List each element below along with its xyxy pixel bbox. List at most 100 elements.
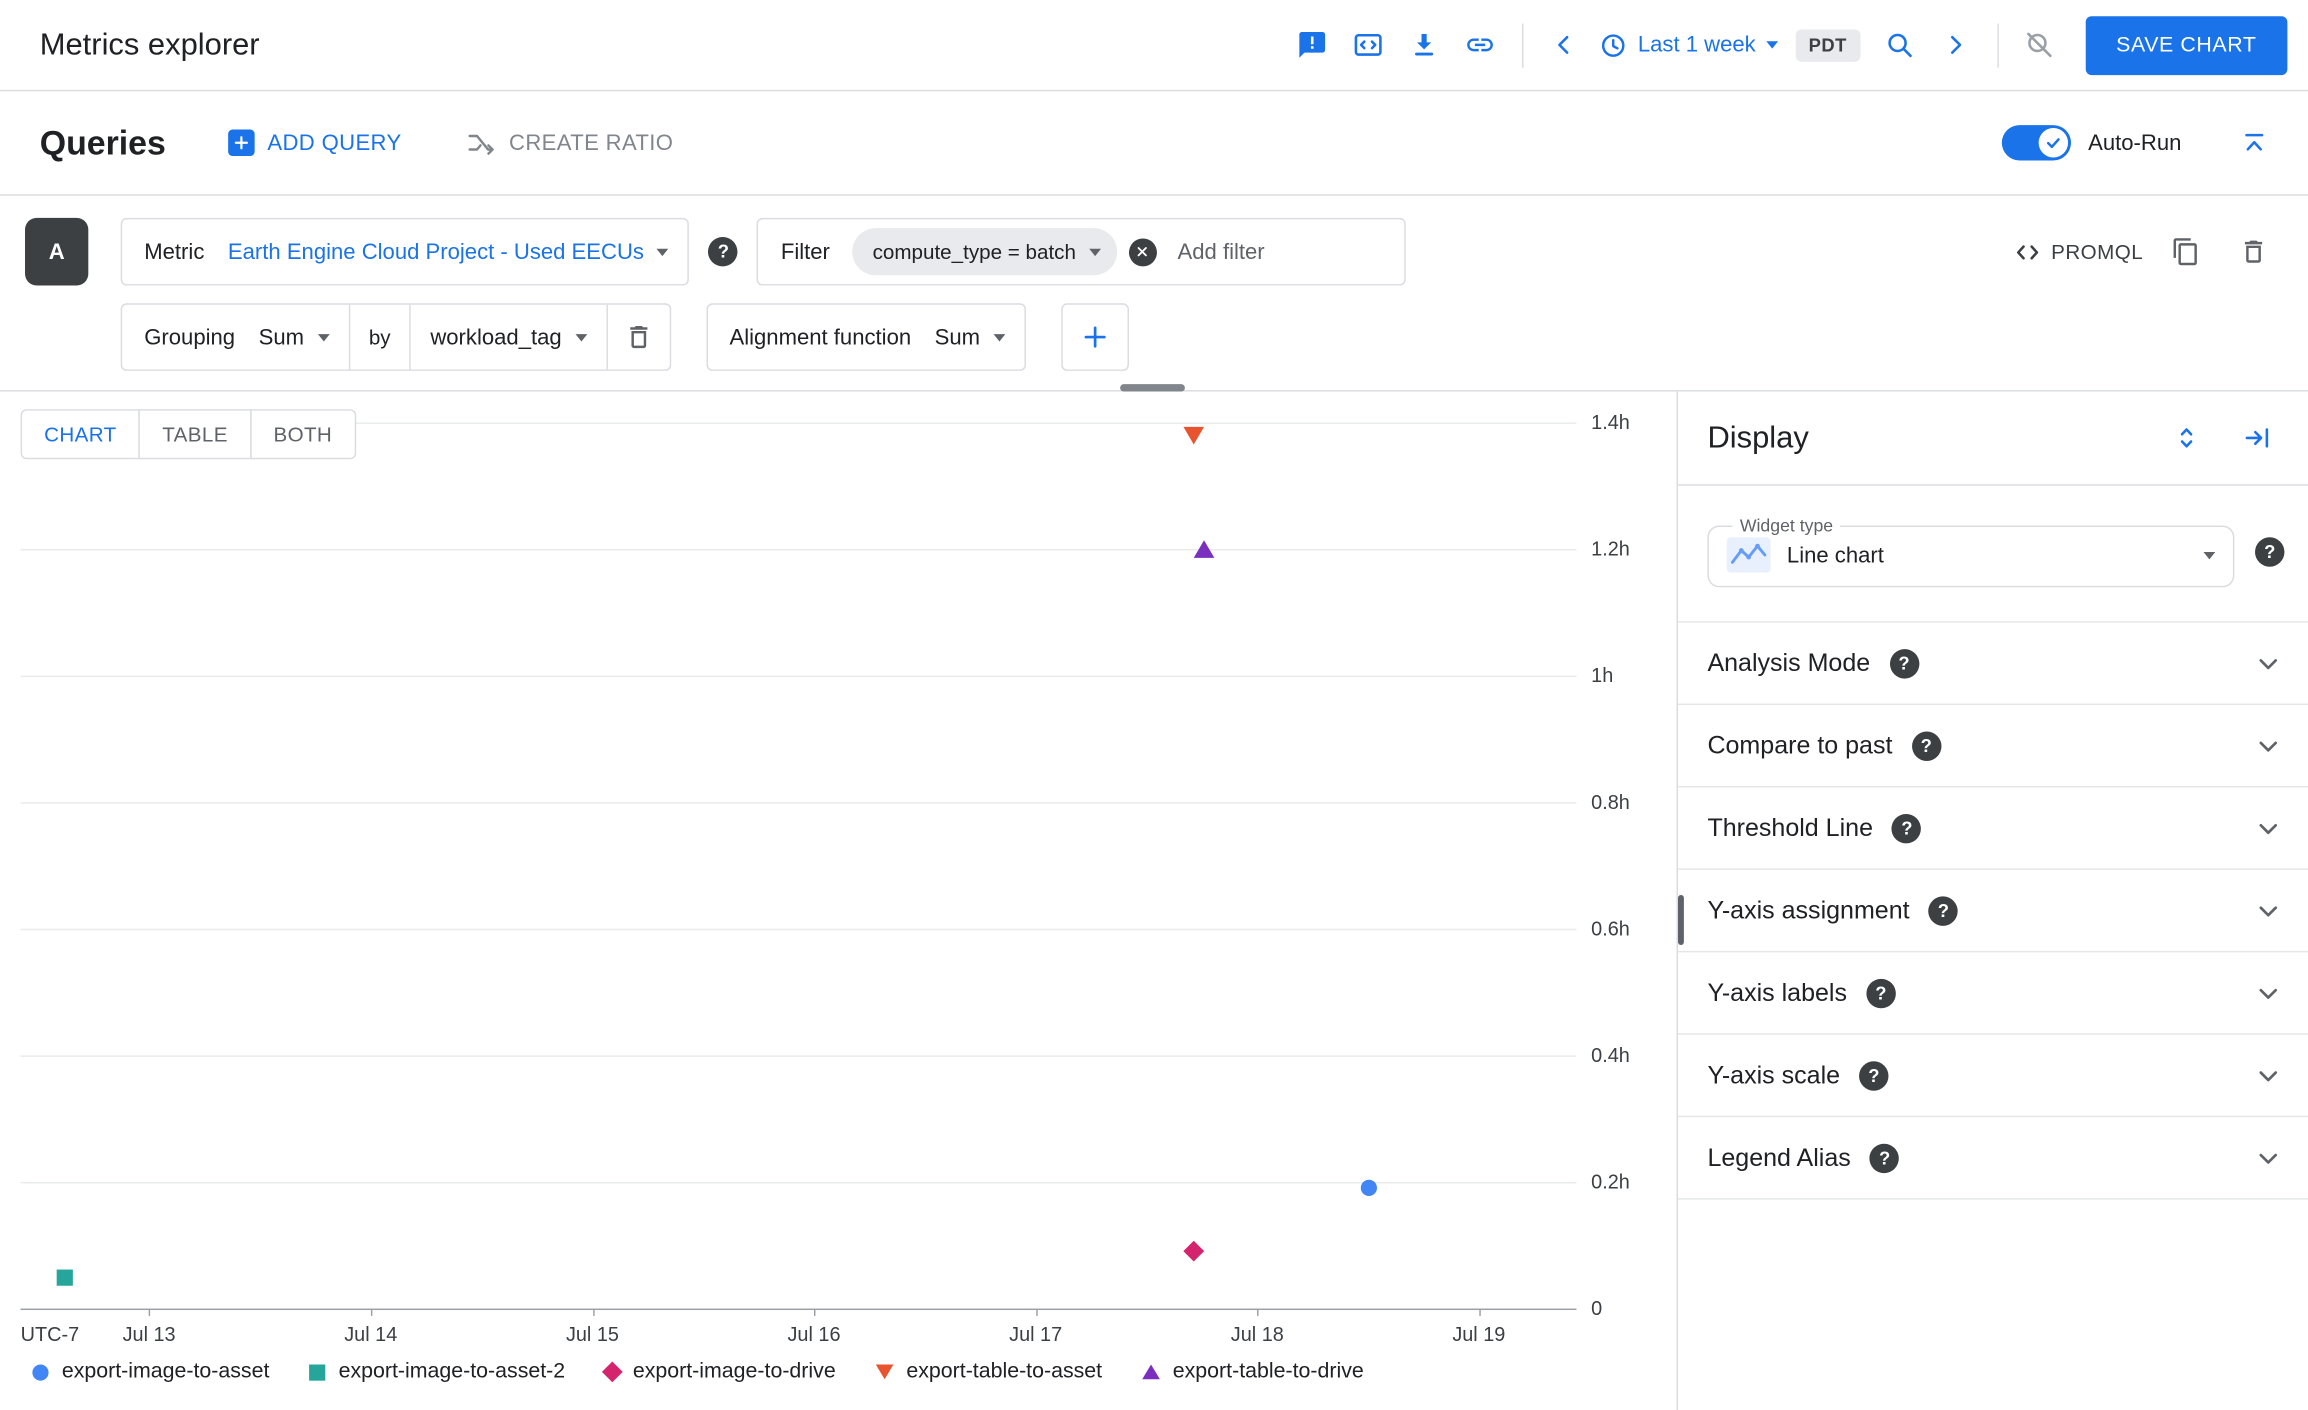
chevron-down-icon[interactable] — [2252, 977, 2284, 1009]
chevron-down-icon[interactable] — [2252, 1059, 2284, 1091]
section-analysis-mode[interactable]: Analysis Mode ? — [1678, 623, 2308, 706]
x-axis-tick-label: Jul 17 — [1009, 1323, 1063, 1346]
add-step-button[interactable] — [1061, 303, 1129, 371]
metric-help-icon[interactable]: ? — [708, 236, 739, 267]
help-icon[interactable]: ? — [1869, 1142, 1900, 1173]
filter-chip[interactable]: compute_type = batch — [851, 228, 1118, 276]
feedback-icon — [1299, 32, 1326, 58]
legend-item-export-table-to-asset[interactable]: export-table-to-asset — [875, 1360, 1102, 1384]
panel-scrollbar[interactable] — [1678, 894, 1684, 945]
delete-grouping-button[interactable] — [613, 312, 663, 362]
grouping-dropdown[interactable]: Sum — [257, 325, 348, 350]
legend-item-export-image-to-drive[interactable]: export-image-to-drive — [601, 1360, 836, 1384]
view-tab-label: CHART — [44, 422, 117, 446]
trash-icon — [2244, 240, 2263, 263]
legend-label: export-image-to-asset — [61, 1360, 270, 1384]
y-axis-tick-label: 0.8h — [1591, 791, 1630, 814]
help-icon[interactable]: ? — [1892, 813, 1922, 843]
chevron-down-icon — [993, 333, 1006, 341]
help-icon[interactable]: ? — [1928, 895, 1959, 926]
help-icon[interactable]: ? — [1889, 648, 1919, 678]
data-point-export-image-to-asset-2[interactable] — [56, 1268, 73, 1286]
x-axis-tick-label: Jul 15 — [565, 1323, 619, 1346]
legend-item-export-table-to-drive[interactable]: export-table-to-drive — [1141, 1360, 1364, 1384]
time-range-label: Last 1 week — [1637, 32, 1756, 58]
data-point-export-image-to-drive[interactable] — [1182, 1241, 1204, 1262]
plus-icon — [227, 129, 255, 157]
time-range-selector[interactable]: Last 1 week — [1592, 30, 1783, 59]
duplicate-query-button[interactable] — [2161, 227, 2211, 277]
section-compare-to-past[interactable]: Compare to past ? — [1678, 705, 2308, 788]
legend-label: export-image-to-asset-2 — [338, 1360, 566, 1384]
help-icon[interactable]: ? — [1911, 730, 1942, 761]
code-editor-button[interactable] — [1341, 17, 1397, 73]
query-row-actions: PROMQL — [2013, 227, 2279, 277]
download-button[interactable] — [1396, 17, 1452, 73]
widget-type-field[interactable]: Widget type Line chart — [1707, 515, 2235, 588]
data-point-export-table-to-asset[interactable] — [1182, 426, 1204, 444]
chart-plot[interactable] — [20, 422, 1577, 1316]
section-y-axis-labels[interactable]: Y-axis labels ? — [1678, 952, 2308, 1035]
main-content: CHART TABLE BOTH 1.4h 1.2h 1h 0.8h 0.6h 0.4h 0.2… — [0, 391, 2308, 1410]
section-label: Y-axis labels — [1707, 978, 1848, 1007]
chevron-down-icon[interactable] — [2252, 1141, 2284, 1173]
help-icon[interactable]: ? — [1859, 1060, 1889, 1090]
data-point-export-table-to-drive[interactable] — [1193, 540, 1215, 558]
section-y-axis-scale[interactable]: Y-axis scale ? — [1678, 1035, 2308, 1118]
metric-dropdown[interactable]: Earth Engine Cloud Project - Used EECUs — [226, 239, 688, 264]
auto-run-label: Auto-Run — [2088, 130, 2182, 156]
view-tab-chart[interactable]: CHART — [20, 409, 141, 460]
query-builder: A Metric Earth Engine Cloud Project - Us… — [0, 196, 2308, 392]
legend-label: export-table-to-drive — [1172, 1360, 1364, 1384]
collapse-queries-button[interactable] — [2226, 115, 2282, 171]
chevron-down-icon[interactable] — [2252, 894, 2284, 926]
chevron-down-icon[interactable] — [2252, 812, 2284, 844]
resize-handle[interactable] — [1119, 384, 1185, 392]
share-link-button[interactable] — [1452, 17, 1508, 73]
section-label: Analysis Mode — [1707, 648, 1871, 677]
promql-button[interactable]: PROMQL — [2013, 238, 2143, 266]
zoom-disabled-button[interactable] — [2012, 17, 2068, 73]
legend-item-export-image-to-asset-2[interactable]: export-image-to-asset-2 — [309, 1360, 565, 1384]
section-threshold-line[interactable]: Threshold Line ? — [1678, 787, 2308, 870]
auto-run-toggle[interactable] — [2001, 125, 2071, 161]
zoom-search-button[interactable] — [1872, 17, 1928, 73]
code-brackets-icon — [2016, 244, 2038, 259]
create-ratio-button[interactable]: CREATE RATIO — [466, 128, 673, 157]
x-axis-tick-label: Jul 13 — [122, 1323, 176, 1346]
group-by-field-dropdown[interactable]: workload_tag — [411, 325, 606, 350]
alignment-dropdown[interactable]: Sum — [933, 325, 1024, 350]
chevron-down-icon — [657, 248, 669, 256]
expand-all-button[interactable] — [2158, 410, 2214, 466]
view-tab-table[interactable]: TABLE — [138, 409, 252, 460]
time-forward-button[interactable] — [1928, 17, 1984, 73]
help-icon[interactable]: ? — [1866, 978, 1896, 1008]
add-query-button[interactable]: ADD QUERY — [227, 129, 402, 157]
gridline — [20, 675, 1577, 678]
view-tab-both[interactable]: BOTH — [249, 409, 356, 460]
y-axis-tick-label: 0 — [1591, 1297, 1603, 1320]
section-y-axis-assignment[interactable]: Y-axis assignment ? — [1678, 870, 2308, 953]
x-axis-tickmark — [1257, 1308, 1259, 1316]
x-axis-tick-label: Jul 18 — [1230, 1323, 1284, 1346]
widget-type-help-icon[interactable]: ? — [2255, 536, 2285, 566]
chart-legend: export-image-to-asset export-image-to-as… — [32, 1360, 1364, 1384]
chevron-down-icon[interactable] — [2252, 729, 2284, 761]
section-legend-alias[interactable]: Legend Alias ? — [1678, 1117, 2308, 1200]
add-filter-input[interactable] — [1156, 239, 1405, 265]
collapse-panel-button[interactable] — [2229, 410, 2285, 466]
feedback-button[interactable] — [1285, 17, 1341, 73]
legend-item-export-image-to-asset[interactable]: export-image-to-asset — [32, 1360, 269, 1384]
query-row-metric: A Metric Earth Engine Cloud Project - Us… — [25, 217, 2279, 286]
data-point-export-image-to-asset[interactable] — [1360, 1180, 1377, 1197]
metric-label: Metric — [144, 239, 205, 265]
save-chart-button[interactable]: SAVE CHART — [2085, 15, 2288, 75]
check-icon — [2046, 138, 2060, 149]
time-back-button[interactable] — [1536, 17, 1592, 73]
chevron-down-icon[interactable] — [2252, 647, 2284, 679]
widget-type-dropdown[interactable]: Line chart — [1726, 537, 2216, 573]
legend-label: export-image-to-drive — [632, 1360, 836, 1384]
delete-query-button[interactable] — [2229, 227, 2279, 277]
remove-filter-button[interactable] — [1128, 237, 1157, 266]
filter-chip-label: compute_type = batch — [872, 239, 1076, 264]
